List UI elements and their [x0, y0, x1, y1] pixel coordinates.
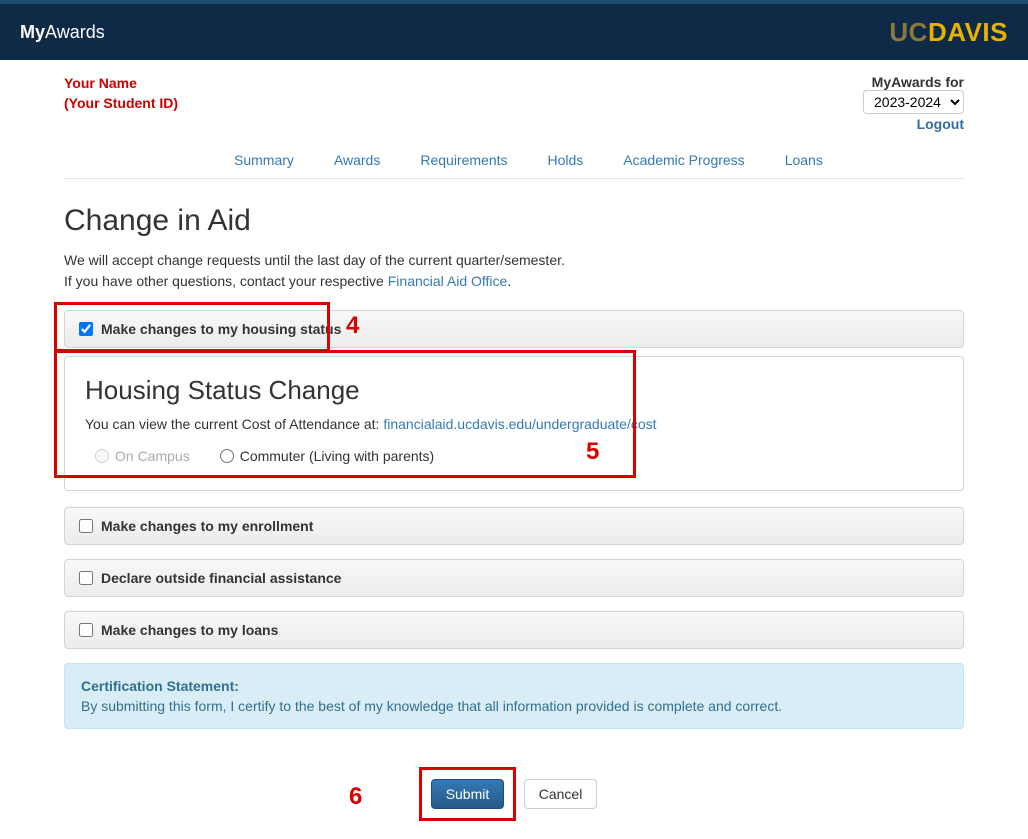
- cost-link[interactable]: financialaid.ucdavis.edu/undergraduate/c…: [383, 416, 656, 432]
- brand-strong: My: [20, 22, 45, 42]
- brand: MyAwards: [20, 22, 105, 43]
- enrollment-label: Make changes to my enrollment: [101, 518, 313, 534]
- nav-academic[interactable]: Academic Progress: [623, 152, 744, 168]
- ucdavis-logo: UCDAVIS: [889, 17, 1008, 48]
- loans-checkbox[interactable]: [79, 623, 93, 637]
- loans-label: Make changes to my loans: [101, 622, 278, 638]
- accordion-outside[interactable]: Declare outside financial assistance: [64, 559, 964, 597]
- certification-box: Certification Statement: By submitting t…: [64, 663, 964, 729]
- main-container: Your Name (Your Student ID) MyAwards for…: [44, 60, 984, 839]
- housing-checkbox[interactable]: [79, 322, 93, 336]
- user-id: (Your Student ID): [64, 94, 178, 114]
- housing-label: Make changes to my housing status: [101, 321, 341, 337]
- radio-commuter[interactable]: Commuter (Living with parents): [220, 448, 435, 464]
- housing-radio-row: On Campus Commuter (Living with parents): [85, 448, 943, 464]
- cert-body: By submitting this form, I certify to th…: [81, 698, 947, 714]
- outside-label: Declare outside financial assistance: [101, 570, 341, 586]
- uc-main: DAVIS: [928, 17, 1008, 48]
- housing-panel-heading: Housing Status Change: [85, 375, 943, 406]
- radio-oncampus-input: [95, 449, 109, 463]
- cancel-button[interactable]: Cancel: [524, 779, 598, 809]
- nav-awards[interactable]: Awards: [334, 152, 380, 168]
- button-row: 6 Submit Cancel: [64, 779, 964, 839]
- nav-requirements[interactable]: Requirements: [420, 152, 507, 168]
- user-bar: Your Name (Your Student ID) MyAwards for…: [64, 60, 964, 132]
- top-bar: MyAwards UCDAVIS: [0, 0, 1028, 60]
- page-title: Change in Aid: [64, 204, 964, 238]
- enrollment-checkbox[interactable]: [79, 519, 93, 533]
- housing-panel-desc: You can view the current Cost of Attenda…: [85, 416, 943, 432]
- user-info: Your Name (Your Student ID): [64, 74, 178, 132]
- fin-aid-office-link[interactable]: Financial Aid Office: [388, 273, 508, 289]
- submit-button[interactable]: Submit: [431, 779, 505, 809]
- nav-summary[interactable]: Summary: [234, 152, 294, 168]
- nav-holds[interactable]: Holds: [548, 152, 584, 168]
- intro-line1: We will accept change requests until the…: [64, 250, 964, 271]
- main-nav: Summary Awards Requirements Holds Academ…: [64, 152, 964, 179]
- intro-line2: If you have other questions, contact you…: [64, 271, 964, 292]
- housing-panel: Housing Status Change You can view the c…: [64, 356, 964, 491]
- accordion-housing[interactable]: Make changes to my housing status: [64, 310, 964, 348]
- logout-link[interactable]: Logout: [917, 116, 964, 132]
- outside-checkbox[interactable]: [79, 571, 93, 585]
- radio-oncampus: On Campus: [95, 448, 190, 464]
- cert-title: Certification Statement:: [81, 678, 947, 694]
- year-label: MyAwards for: [863, 74, 964, 90]
- accordion-loans[interactable]: Make changes to my loans: [64, 611, 964, 649]
- intro-text: We will accept change requests until the…: [64, 250, 964, 292]
- nav-loans[interactable]: Loans: [785, 152, 823, 168]
- accordion-enrollment[interactable]: Make changes to my enrollment: [64, 507, 964, 545]
- user-name: Your Name: [64, 74, 178, 94]
- brand-light: Awards: [45, 22, 105, 42]
- year-select[interactable]: 2023-2024: [863, 90, 964, 114]
- radio-commuter-input[interactable]: [220, 449, 234, 463]
- year-block: MyAwards for 2023-2024 Logout: [863, 74, 964, 132]
- annotation-num-6: 6: [349, 783, 362, 811]
- uc-prefix: UC: [889, 17, 928, 48]
